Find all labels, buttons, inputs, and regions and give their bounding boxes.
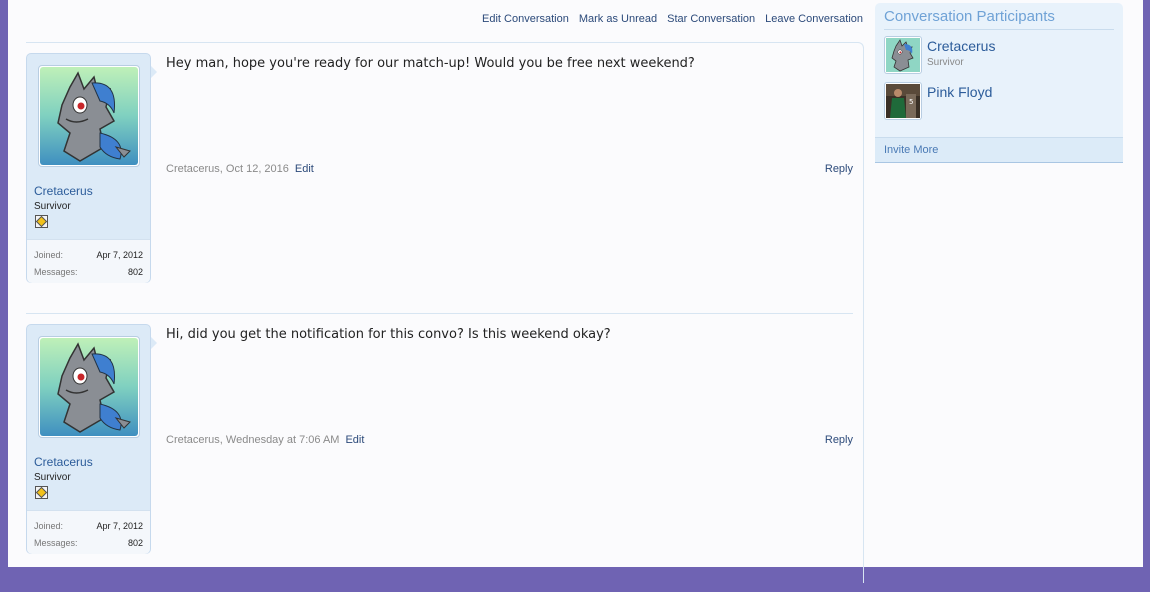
joined-value: Apr 7, 2012 [96, 250, 143, 260]
joined-label: Joined: [34, 250, 64, 260]
svg-text:5: 5 [909, 98, 913, 106]
user-card: Cretacerus Survivor Joined: Apr 7, 2012 … [26, 324, 157, 554]
messages-row: Messages: 802 [34, 538, 143, 548]
star-conversation-link[interactable]: Star Conversation [667, 13, 755, 25]
user-card: Cretacerus Survivor Joined: Apr 7, 2012 … [26, 53, 157, 283]
user-stats: Joined: Apr 7, 2012 Messages: 802 [27, 239, 150, 283]
page: Edit Conversation Mark as Unread Star Co… [8, 0, 1143, 583]
reply-link[interactable]: Reply [825, 163, 853, 175]
message: Cretacerus Survivor Joined: Apr 7, 2012 … [26, 324, 863, 592]
participant-name[interactable]: Pink Floyd [927, 84, 992, 100]
messages-label: Messages: [34, 538, 78, 548]
message-divider [26, 313, 853, 314]
joined-label: Joined: [34, 521, 64, 531]
messages-value: 802 [127, 538, 143, 548]
edit-message-link[interactable]: Edit [295, 163, 314, 175]
user-title: Survivor [34, 472, 71, 483]
message-meta: Cretacerus, Wednesday at 7:06 AM Edit [166, 434, 364, 446]
mark-unread-link[interactable]: Mark as Unread [579, 13, 657, 25]
message-text: Hey man, hope you're ready for our match… [166, 56, 695, 71]
participant-cretacerus: Cretacerus Survivor [884, 35, 1114, 75]
participant-name[interactable]: Cretacerus [927, 38, 995, 54]
sidebar-divider [884, 29, 1114, 30]
message: Cretacerus Survivor Joined: Apr 7, 2012 … [26, 53, 863, 311]
rank-badge-icon [35, 215, 48, 228]
participants-sidebar: Conversation Participants Cretacerus Sur… [875, 3, 1123, 163]
rank-badge-icon [35, 486, 48, 499]
dragon-avatar-icon [886, 38, 920, 72]
avatar[interactable]: 5 [884, 82, 922, 120]
invite-more-link[interactable]: Invite More [884, 144, 938, 156]
joined-row: Joined: Apr 7, 2012 [34, 521, 143, 531]
sidebar-footer: Invite More [875, 137, 1123, 163]
messages-row: Messages: 802 [34, 267, 143, 277]
basketball-player-avatar-icon: 5 [886, 84, 920, 118]
participant-pink-floyd: 5 Pink Floyd [884, 81, 1114, 121]
dragon-avatar-icon [40, 338, 138, 436]
avatar[interactable] [884, 36, 922, 74]
user-title: Survivor [34, 201, 71, 212]
sidebar-title: Conversation Participants [884, 8, 1055, 25]
reply-link[interactable]: Reply [825, 434, 853, 446]
conversation-actions: Edit Conversation Mark as Unread Star Co… [482, 13, 863, 25]
user-stats: Joined: Apr 7, 2012 Messages: 802 [27, 510, 150, 554]
message-text: Hi, did you get the notification for thi… [166, 327, 611, 342]
edit-message-link[interactable]: Edit [345, 434, 364, 446]
message-author-date[interactable]: Cretacerus, Oct 12, 2016 [166, 163, 289, 175]
username-link[interactable]: Cretacerus [34, 184, 93, 198]
dragon-avatar-icon [40, 67, 138, 165]
joined-row: Joined: Apr 7, 2012 [34, 250, 143, 260]
joined-value: Apr 7, 2012 [96, 521, 143, 531]
edit-conversation-link[interactable]: Edit Conversation [482, 13, 569, 25]
avatar[interactable] [38, 336, 140, 438]
messages-value: 802 [127, 267, 143, 277]
username-link[interactable]: Cretacerus [34, 455, 93, 469]
participant-title: Survivor [927, 57, 964, 68]
message-meta: Cretacerus, Oct 12, 2016 Edit [166, 163, 314, 175]
messages-label: Messages: [34, 267, 78, 277]
avatar[interactable] [38, 65, 140, 167]
message-author-date[interactable]: Cretacerus, Wednesday at 7:06 AM [166, 434, 339, 446]
leave-conversation-link[interactable]: Leave Conversation [765, 13, 863, 25]
message-list: Cretacerus Survivor Joined: Apr 7, 2012 … [26, 42, 864, 583]
